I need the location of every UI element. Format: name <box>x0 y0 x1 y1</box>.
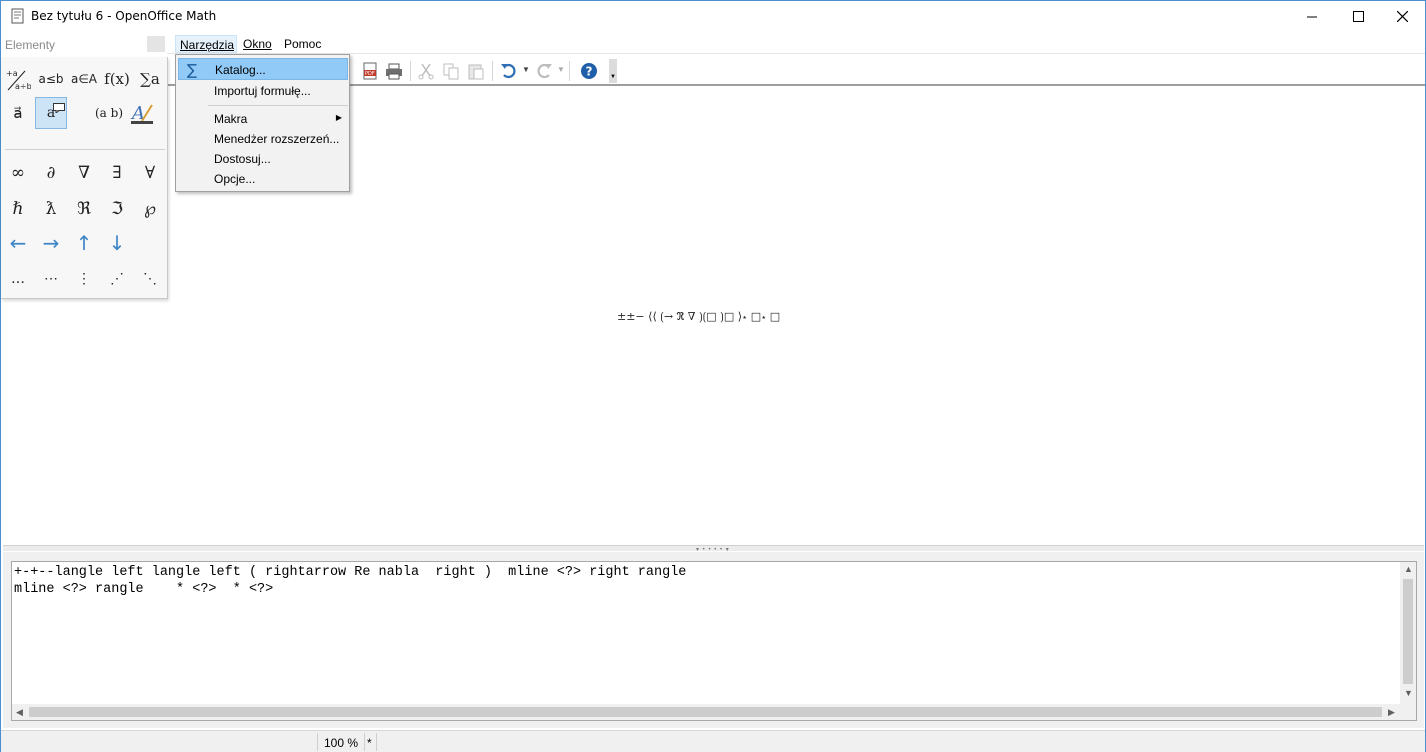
copy-icon[interactable] <box>442 62 460 80</box>
narzedzia-menu: ∑ Katalog... Importuj formułę... Makra ▶… <box>175 54 350 192</box>
zoom-level[interactable]: 100 % <box>317 733 366 751</box>
scroll-right-icon[interactable]: ▶ <box>1388 707 1395 718</box>
dots-down-button[interactable]: ⋱ <box>134 263 166 295</box>
close-icon <box>1396 11 1408 22</box>
menu-item-importuj-formule[interactable]: Importuj formułę... <box>178 80 348 102</box>
command-editor-pane: +-+--langle left langle left ( rightarro… <box>3 552 1424 728</box>
operators-icon: +a a÷b <box>6 69 31 91</box>
menu-item-menedzer-rozszerzen[interactable]: Menedżer rozszerzeń... <box>178 128 348 150</box>
undo-icon[interactable] <box>500 62 518 80</box>
export-pdf-icon[interactable]: PDF <box>361 62 379 80</box>
menu-separator <box>208 105 348 106</box>
symbol-weierstrass[interactable]: ℘ <box>134 193 166 225</box>
rendered-formula: ±±− ⟨⟨ ⟮→ ℜ ∇ ⟯⟮□ ⟯□ ⟩⋆ □⋆ □ <box>617 310 781 323</box>
paste-icon[interactable] <box>467 62 485 80</box>
modified-indicator: * <box>363 733 377 751</box>
submenu-arrow-icon: ▶ <box>335 113 342 122</box>
symbol-forall[interactable]: ∀ <box>134 157 166 189</box>
menu-item-opcje[interactable]: Opcje... <box>178 168 348 190</box>
operators-button[interactable]: ∑a <box>134 63 166 95</box>
down-arrow-button[interactable]: ↓ <box>101 227 133 259</box>
cut-icon[interactable] <box>417 62 435 80</box>
undo-dropdown-icon[interactable]: ▼ <box>522 65 530 74</box>
menu-item-makra[interactable]: Makra ▶ <box>178 108 348 130</box>
toolbar-separator <box>569 61 570 81</box>
symbol-nabla[interactable]: ∇ <box>68 157 100 189</box>
command-line-1: +-+--langle left langle left ( rightarro… <box>14 565 687 580</box>
scroll-up-icon[interactable]: ▲ <box>1404 564 1413 574</box>
dots-low-button[interactable]: … <box>2 263 34 295</box>
command-editor[interactable]: +-+--langle left langle left ( rightarro… <box>11 561 1417 721</box>
help-icon[interactable]: ? <box>580 62 598 80</box>
menu-narzedzia[interactable]: Narzędzia <box>175 35 237 53</box>
maximize-button[interactable] <box>1335 1 1381 32</box>
vertical-scrollbar[interactable]: ▲ ▼ <box>1400 562 1416 704</box>
functions-button[interactable]: f(x) <box>101 63 133 95</box>
scroll-down-icon[interactable]: ▼ <box>1404 688 1413 698</box>
attributes-button[interactable]: a⃗ <box>2 97 34 129</box>
scroll-left-icon[interactable]: ◀ <box>16 707 23 718</box>
openoffice-math-icon <box>11 8 24 24</box>
elements-panel: +a a÷b a≤b a∈A f(x) ∑a a⃗ a (a b) A ∞ ∂ … <box>1 57 168 299</box>
horizontal-scrollbar[interactable]: ◀ ▶ <box>12 704 1416 720</box>
command-text[interactable]: +-+--langle left langle left ( rightarro… <box>14 564 686 598</box>
relations-button[interactable]: a≤b <box>35 63 67 95</box>
right-arrow-button[interactable]: → <box>35 227 67 259</box>
svg-text:?: ? <box>586 65 593 79</box>
sigma-icon: ∑ <box>187 61 198 79</box>
elements-panel-title: Elementy <box>5 38 56 52</box>
toolbar-overflow-button[interactable]: ▼ <box>609 59 617 83</box>
minimize-button[interactable] <box>1289 1 1335 32</box>
menu-bar: Elementy Narzędzia Okno Pomoc <box>1 32 1425 54</box>
set-operations-button[interactable]: a∈A <box>68 63 100 95</box>
dots-vertical-button[interactable]: ⋮ <box>68 263 100 295</box>
formats-button[interactable]: A <box>126 97 158 129</box>
command-line-2: mline <?> rangle * <?> * <?> <box>14 582 274 597</box>
splitter[interactable]: ▾ • • • • ▾ <box>3 545 1424 553</box>
up-arrow-button[interactable]: ↑ <box>68 227 100 259</box>
others-button[interactable]: a <box>35 97 67 129</box>
symbol-real-part[interactable]: ℜ <box>68 193 100 225</box>
chevron-down-icon: ▼ <box>610 74 616 80</box>
menu-item-dostosuj[interactable]: Dostosuj... <box>178 148 348 170</box>
symbol-lambdabar[interactable]: ƛ <box>35 193 67 225</box>
unary-binary-operators-button[interactable]: +a a÷b <box>2 63 34 95</box>
elements-panel-header: Elementy <box>1 34 167 54</box>
standard-toolbar: PDF ▼ ▼ ? ▼ <box>167 55 1425 86</box>
status-bar: 100 % * <box>1 730 1425 752</box>
window-title: Bez tytułu 6 - OpenOffice Math <box>31 9 217 23</box>
panel-grip[interactable] <box>147 36 165 52</box>
redo-dropdown-icon[interactable]: ▼ <box>557 65 565 74</box>
left-arrow-button[interactable]: ← <box>2 227 34 259</box>
symbol-infinity[interactable]: ∞ <box>2 157 34 189</box>
symbol-exists[interactable]: ∃ <box>101 157 133 189</box>
svg-text:+a: +a <box>6 69 18 78</box>
print-icon[interactable] <box>385 62 403 80</box>
menu-item-katalog[interactable]: ∑ Katalog... <box>178 58 348 80</box>
toolbar-separator <box>492 61 493 81</box>
maximize-icon <box>1352 11 1364 22</box>
close-button[interactable] <box>1379 1 1425 32</box>
title-bar: Bez tytułu 6 - OpenOffice Math <box>1 1 1425 32</box>
horizontal-scroll-thumb[interactable] <box>29 707 1382 717</box>
redo-icon[interactable] <box>535 62 553 80</box>
vertical-scroll-thumb[interactable] <box>1403 579 1413 684</box>
svg-text:a÷b: a÷b <box>15 82 31 91</box>
symbol-imaginary-part[interactable]: ℑ <box>101 193 133 225</box>
formats-icon: A <box>130 103 153 124</box>
symbol-partial[interactable]: ∂ <box>35 157 67 189</box>
menu-okno[interactable]: Okno <box>239 35 276 53</box>
menu-pomoc[interactable]: Pomoc <box>280 35 325 53</box>
dots-axis-button[interactable]: ⋯ <box>35 263 67 295</box>
brackets-button[interactable]: (a b) <box>93 97 125 129</box>
app-window: Bez tytułu 6 - OpenOffice Math Elementy … <box>0 0 1426 752</box>
svg-text:PDF: PDF <box>365 71 375 77</box>
panel-divider <box>5 149 165 150</box>
toolbar-separator <box>410 61 411 81</box>
minimize-icon <box>1307 16 1317 17</box>
symbol-hbar[interactable]: ℏ <box>2 193 34 225</box>
dots-up-button[interactable]: ⋰ <box>101 263 133 295</box>
speech-bubble-icon <box>53 103 65 113</box>
